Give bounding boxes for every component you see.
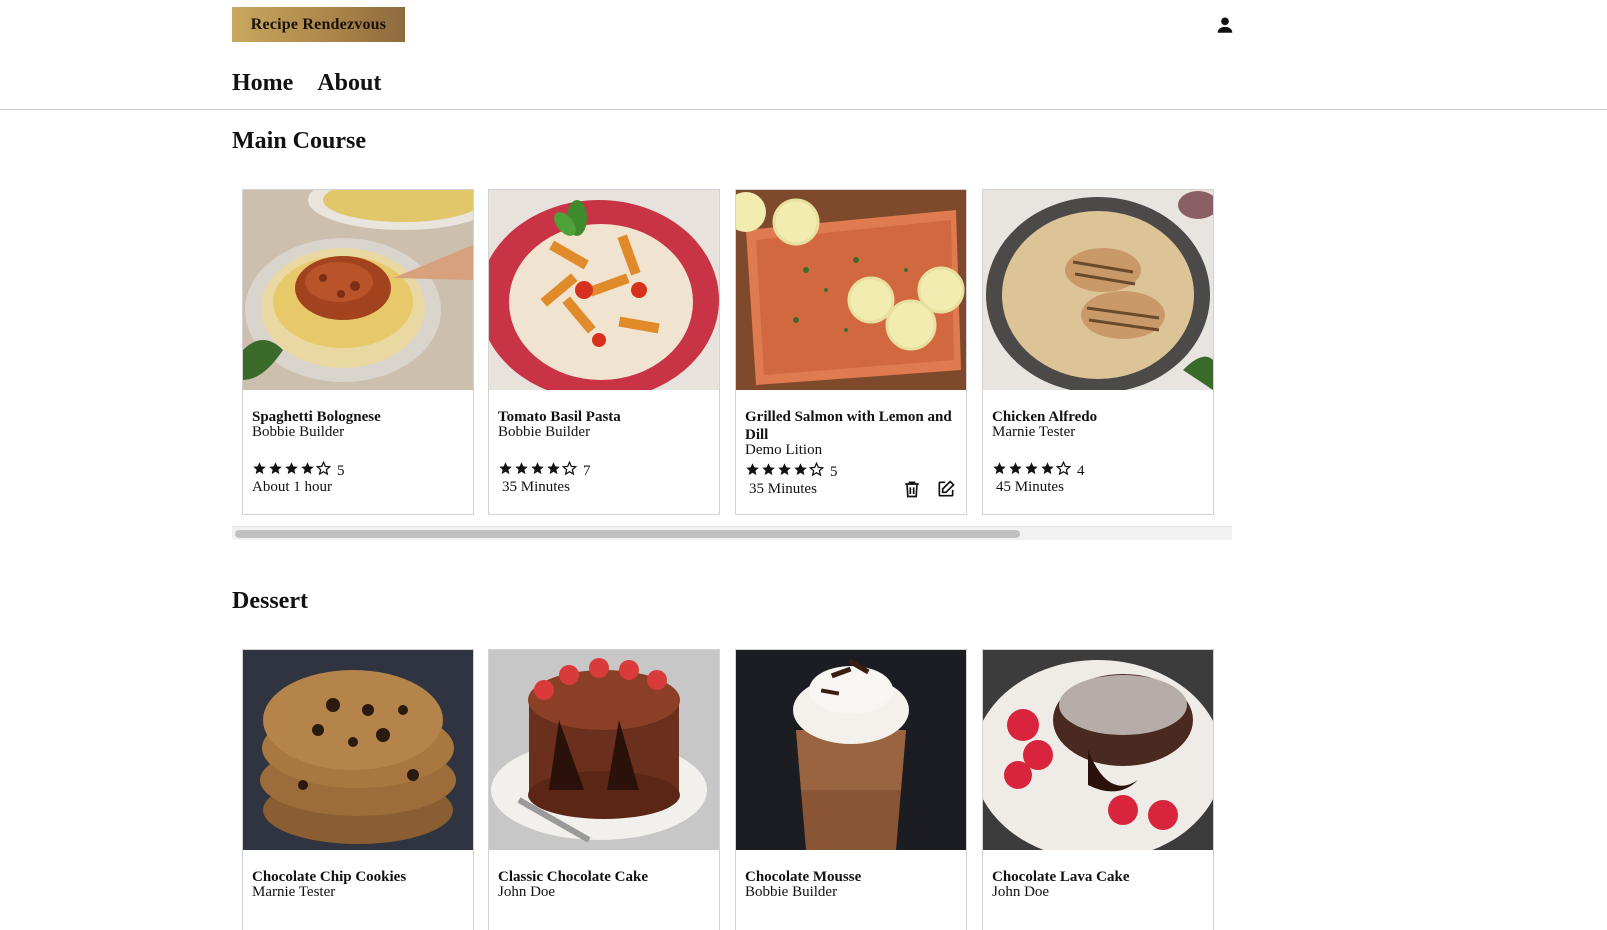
section-title-main-course: Main Course (232, 128, 366, 154)
recipe-author: Marnie Tester (992, 424, 1076, 440)
chocolate-chip-cookies-image[interactable] (243, 650, 473, 850)
recipe-author: Demo Lition (745, 442, 823, 458)
star-filled-icon (745, 462, 760, 482)
site-logo[interactable]: Recipe Rendezvous (232, 7, 405, 42)
star-filled-icon (1024, 461, 1039, 481)
star-filled-icon (514, 461, 529, 481)
chocolate-cake-image[interactable] (489, 650, 719, 850)
recipe-rating: 5 (745, 461, 838, 482)
recipe-author: Bobbie Builder (252, 424, 345, 440)
recipe-actions (902, 479, 956, 499)
recipe-author: John Doe (992, 884, 1050, 900)
edit-icon[interactable] (936, 479, 956, 499)
recipe-title[interactable]: Grilled Salmon with Lemon and Dill (745, 408, 955, 444)
recipe-card[interactable]: Grilled Salmon with Lemon and Dill Demo L… (735, 189, 967, 515)
site-header: Recipe Rendezvous Home About (0, 0, 1607, 110)
rating-count: 4 (1077, 462, 1085, 479)
star-filled-icon (498, 461, 513, 481)
star-filled-icon (1040, 461, 1055, 481)
spaghetti-bolognese-image[interactable] (243, 190, 473, 390)
recipe-time: 45 Minutes (996, 479, 1064, 495)
recipe-card[interactable]: Chicken Alfredo Marnie Tester 4 45 Minutes (982, 189, 1214, 515)
star-filled-icon (530, 461, 545, 481)
star-filled-icon (761, 462, 776, 482)
recipe-time: 35 Minutes (749, 481, 817, 497)
tomato-basil-pasta-image[interactable] (489, 190, 719, 390)
recipe-card[interactable]: Chocolate Lava Cake John Doe (982, 649, 1214, 930)
horizontal-scrollbar[interactable] (232, 526, 1232, 540)
recipe-rating: 4 (992, 460, 1085, 481)
chocolate-lava-cake-image[interactable] (983, 650, 1213, 850)
nav-about-link[interactable]: About (317, 70, 381, 97)
recipe-time: About 1 hour (252, 479, 332, 495)
recipe-card[interactable]: Tomato Basil Pasta Bobbie Builder 7 35 Minu… (488, 189, 720, 515)
section-title-dessert: Dessert (232, 588, 308, 614)
recipe-author: Bobbie Builder (498, 424, 591, 440)
trash-icon[interactable] (902, 479, 922, 499)
grilled-salmon-image[interactable] (736, 190, 966, 390)
star-filled-icon (992, 461, 1007, 481)
recipe-card[interactable]: Chocolate Mousse Bobbie Builder (735, 649, 967, 930)
star-outline-icon (315, 460, 332, 481)
rating-count: 5 (830, 463, 838, 480)
star-filled-icon (252, 461, 267, 481)
star-outline-icon (1055, 460, 1072, 481)
chocolate-mousse-image[interactable] (736, 650, 966, 850)
recipe-card[interactable]: Classic Chocolate Cake John Doe (488, 649, 720, 930)
star-outline-icon (808, 461, 825, 482)
recipe-rating: 7 (498, 460, 591, 481)
recipe-author: John Doe (498, 884, 556, 900)
main-nav: Home About (232, 70, 381, 97)
recipe-author: Bobbie Builder (745, 884, 838, 900)
recipe-row-main-course: Spaghetti Bolognese Bobbie Builder 5 About … (232, 189, 1232, 515)
recipe-author: Marnie Tester (252, 884, 336, 900)
chicken-alfredo-image[interactable] (983, 190, 1213, 390)
recipe-row-dessert: Chocolate Chip Cookies Marnie Tester Class… (232, 649, 1232, 930)
star-filled-icon (284, 461, 299, 481)
star-filled-icon (777, 462, 792, 482)
star-filled-icon (300, 461, 315, 481)
rating-count: 7 (583, 462, 591, 479)
recipe-card[interactable]: Chocolate Chip Cookies Marnie Tester (242, 649, 474, 930)
star-filled-icon (268, 461, 283, 481)
scrollbar-thumb[interactable] (235, 530, 1020, 538)
recipe-card[interactable]: Spaghetti Bolognese Bobbie Builder 5 About … (242, 189, 474, 515)
rating-count: 5 (337, 462, 345, 479)
star-filled-icon (546, 461, 561, 481)
user-icon[interactable] (1214, 14, 1236, 36)
star-filled-icon (793, 462, 808, 482)
nav-home-link[interactable]: Home (232, 70, 293, 97)
recipe-time: 35 Minutes (502, 479, 570, 495)
recipe-rating: 5 (252, 460, 345, 481)
star-outline-icon (561, 460, 578, 481)
star-filled-icon (1008, 461, 1023, 481)
